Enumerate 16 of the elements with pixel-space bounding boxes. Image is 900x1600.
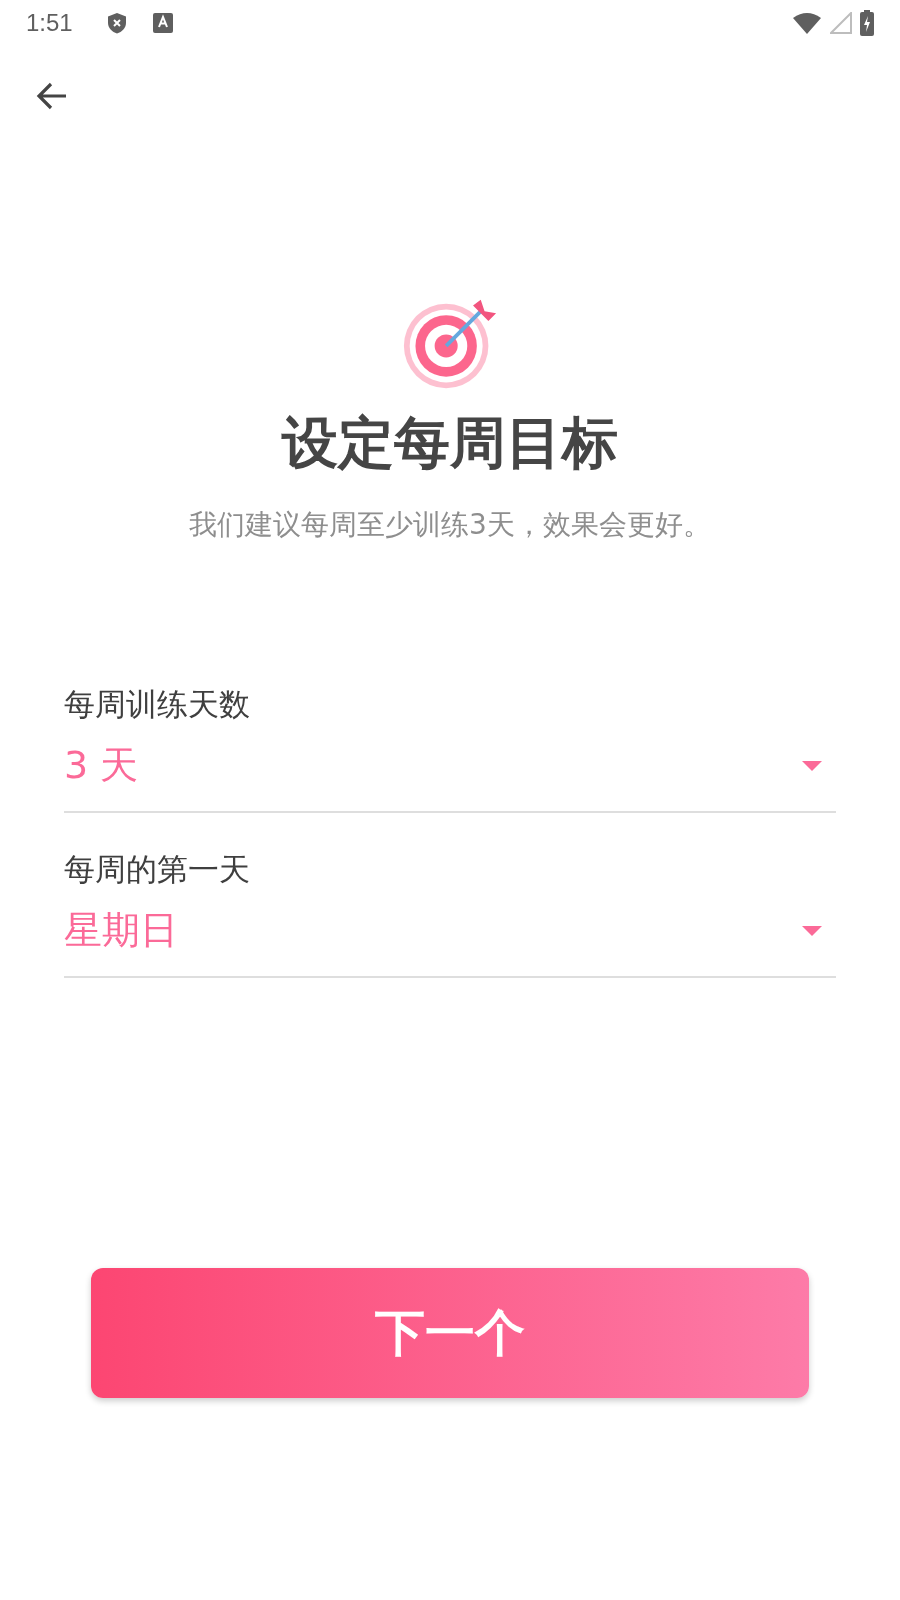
next-button[interactable]: 下一个 bbox=[91, 1268, 809, 1398]
shield-icon bbox=[106, 12, 127, 34]
keyboard-icon bbox=[152, 13, 173, 33]
back-arrow-icon[interactable] bbox=[36, 82, 68, 110]
field-label: 每周训练天数 bbox=[64, 685, 251, 724]
caret-icon bbox=[802, 925, 822, 936]
caret-icon bbox=[802, 760, 822, 771]
subtitle: 我们建议每周至少训练3天，效果会更好。 bbox=[189, 507, 711, 543]
signal-icon bbox=[830, 12, 852, 34]
page-title: 设定每周目标 bbox=[282, 409, 618, 477]
dropdown-field[interactable]: 星期日 bbox=[64, 891, 836, 978]
wifi-icon bbox=[792, 12, 822, 34]
status-time: 1:51 bbox=[26, 9, 73, 37]
battery-icon bbox=[860, 10, 874, 36]
dropdown-field[interactable]: 3 天 bbox=[64, 726, 836, 813]
field-label: 每周的第一天 bbox=[64, 850, 251, 889]
